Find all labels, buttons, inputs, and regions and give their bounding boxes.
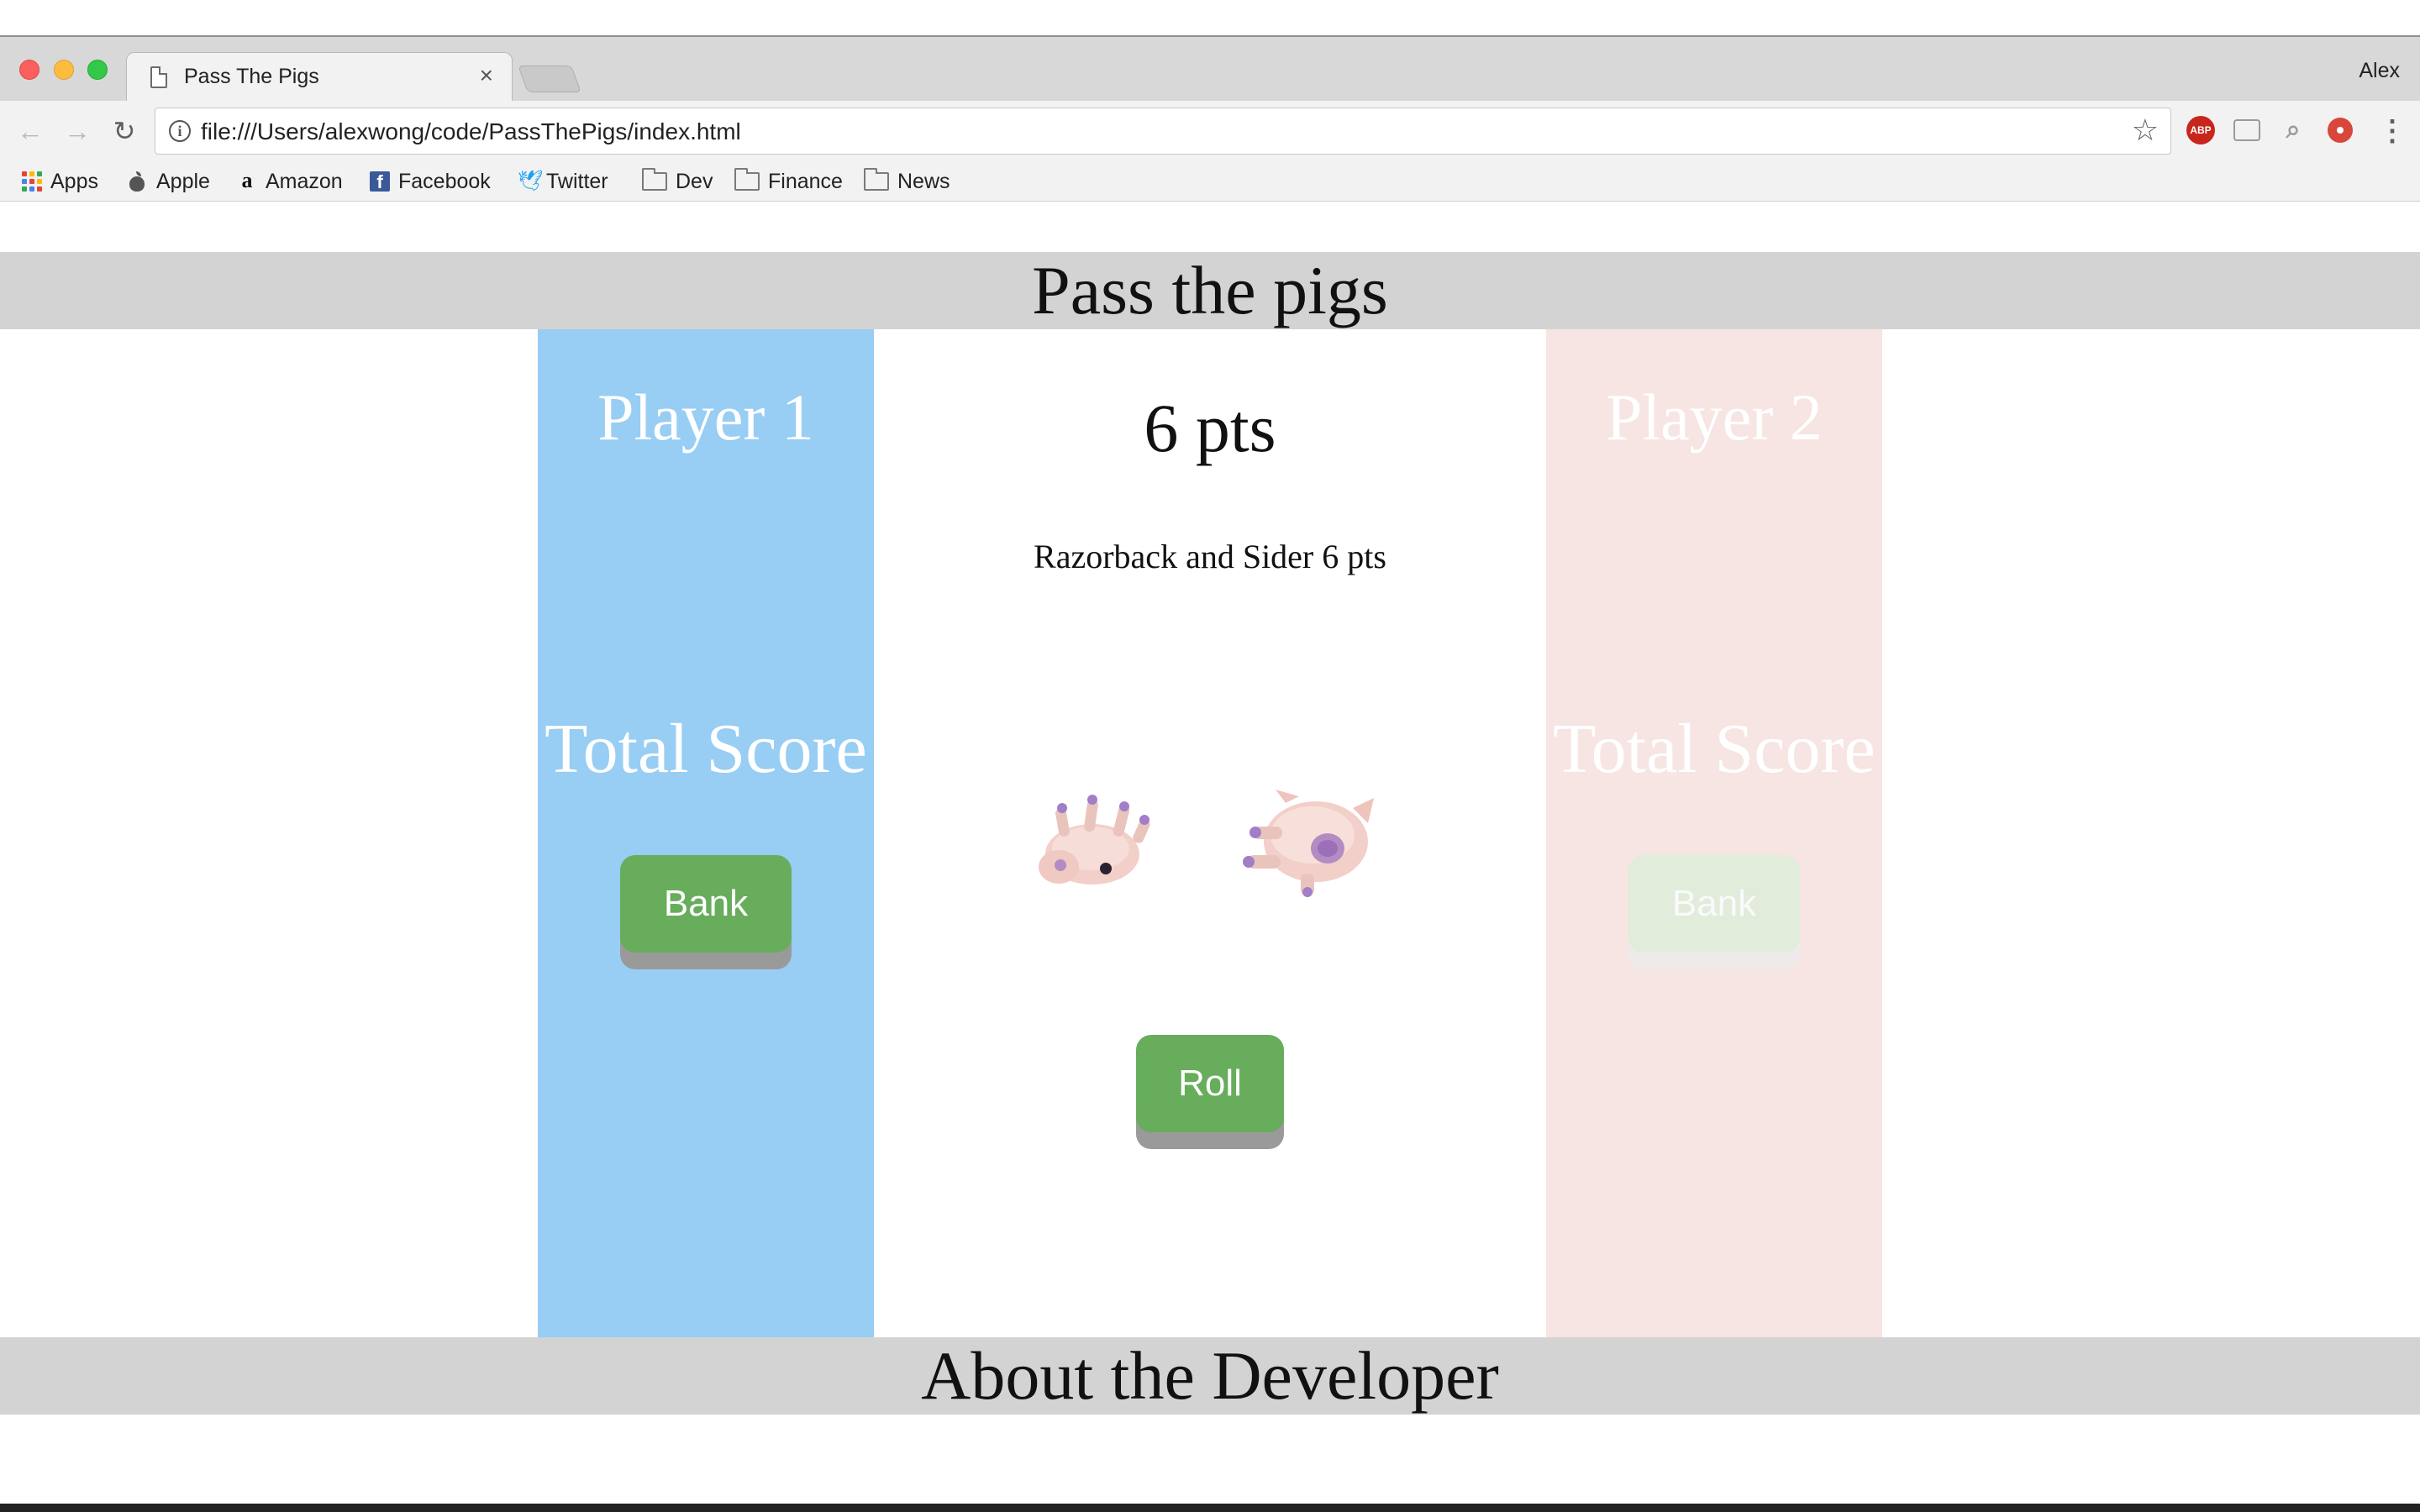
maximize-window-button[interactable] xyxy=(87,60,108,80)
bookmark-star-icon[interactable]: ☆ xyxy=(2132,113,2159,147)
razorback-pig-image xyxy=(1039,795,1150,885)
tab-title: Pass The Pigs xyxy=(184,65,319,88)
player2-bank-button[interactable]: Bank xyxy=(1628,855,1800,953)
address-bar[interactable]: i file:///Users/alexwong/code/PassThePig… xyxy=(155,108,2171,155)
bookmark-label: Apple xyxy=(156,169,210,193)
folder-icon xyxy=(864,168,889,191)
profile-name[interactable]: Alex xyxy=(2359,59,2400,83)
minimize-window-button[interactable] xyxy=(54,60,74,80)
player1-name: Player 1 xyxy=(597,381,814,454)
screen-bottom-edge xyxy=(0,1504,2420,1512)
folder-icon xyxy=(734,168,760,191)
turn-points: 6 pts xyxy=(1144,390,1276,466)
adblock-plus-icon[interactable]: ABP xyxy=(2186,116,2215,144)
bookmark-label: News xyxy=(897,169,950,193)
header-bar: Pass the pigs xyxy=(0,252,2420,329)
turn-area: 6 pts Razorback and Sider 6 pts Roll xyxy=(874,329,1546,1337)
record-extension-icon[interactable] xyxy=(2328,118,2353,143)
bookmark-label: Finance xyxy=(768,169,843,193)
player2-panel: Player 2 Total Score Bank xyxy=(1546,329,1882,1337)
about-developer-heading[interactable]: About the Developer xyxy=(0,1337,2420,1415)
tab-close-icon[interactable]: × xyxy=(480,63,493,88)
folder-icon xyxy=(642,168,667,191)
bookmark-label: Dev xyxy=(676,169,713,193)
bookmark-label: Twitter xyxy=(546,169,608,193)
page-title: Pass the pigs xyxy=(1032,252,1388,328)
bookmark-news[interactable]: News xyxy=(864,161,950,202)
bookmark-facebook[interactable]: f Facebook xyxy=(370,161,491,202)
roll-button[interactable]: Roll xyxy=(1136,1035,1284,1132)
bookmark-amazon[interactable]: a Amazon xyxy=(237,161,343,202)
screen-top-edge xyxy=(0,0,2420,37)
new-tab-button[interactable] xyxy=(518,66,581,92)
close-window-button[interactable] xyxy=(19,60,39,80)
browser-menu-icon[interactable]: ⋮ xyxy=(2378,113,2407,150)
roll-description: Razorback and Sider 6 pts xyxy=(1034,538,1386,575)
bookmark-label: Amazon xyxy=(266,169,343,193)
bookmark-finance[interactable]: Finance xyxy=(734,161,843,202)
bookmark-apps[interactable]: Apps xyxy=(22,161,98,202)
amazon-icon: a xyxy=(241,168,253,192)
page-icon xyxy=(150,66,167,88)
player2-total-score: Total Score xyxy=(1553,710,1876,788)
forward-arrow-icon[interactable]: → xyxy=(60,113,94,150)
search-extension-icon[interactable]: ⌕ xyxy=(2279,116,2307,144)
facebook-icon: f xyxy=(370,171,390,192)
player1-panel: Player 1 Total Score Bank xyxy=(538,329,874,1337)
sider-pig-image xyxy=(1243,790,1374,897)
twitter-icon: 🕊 xyxy=(518,170,544,192)
footer-bar: About the Developer xyxy=(0,1337,2420,1415)
info-icon[interactable]: i xyxy=(169,120,191,142)
bookmark-dev[interactable]: Dev xyxy=(642,161,713,202)
apps-grid-icon xyxy=(22,171,42,192)
browser-tab[interactable]: Pass The Pigs × xyxy=(126,52,513,102)
player1-total-score: Total Score xyxy=(544,710,867,788)
bookmark-twitter[interactable]: 🕊 Twitter xyxy=(518,161,608,202)
url-text[interactable]: file:///Users/alexwong/code/PassThePigs/… xyxy=(201,118,741,145)
bookmark-label: Apps xyxy=(50,169,98,193)
apple-icon xyxy=(128,171,148,192)
reload-icon[interactable]: ↻ xyxy=(108,113,141,150)
player1-bank-button[interactable]: Bank xyxy=(620,855,792,953)
player2-name: Player 2 xyxy=(1606,381,1823,454)
bookmarks-bar: Apps Apple a Amazon f Facebook 🕊 Twitter… xyxy=(0,161,2420,202)
chat-extension-icon[interactable] xyxy=(2233,119,2260,141)
bookmark-apple[interactable]: Apple xyxy=(128,161,210,202)
back-arrow-icon[interactable]: ← xyxy=(13,113,47,150)
page-content: Pass the pigs Player 1 Total Score Bank … xyxy=(0,202,2420,1504)
bookmark-label: Facebook xyxy=(398,169,491,193)
